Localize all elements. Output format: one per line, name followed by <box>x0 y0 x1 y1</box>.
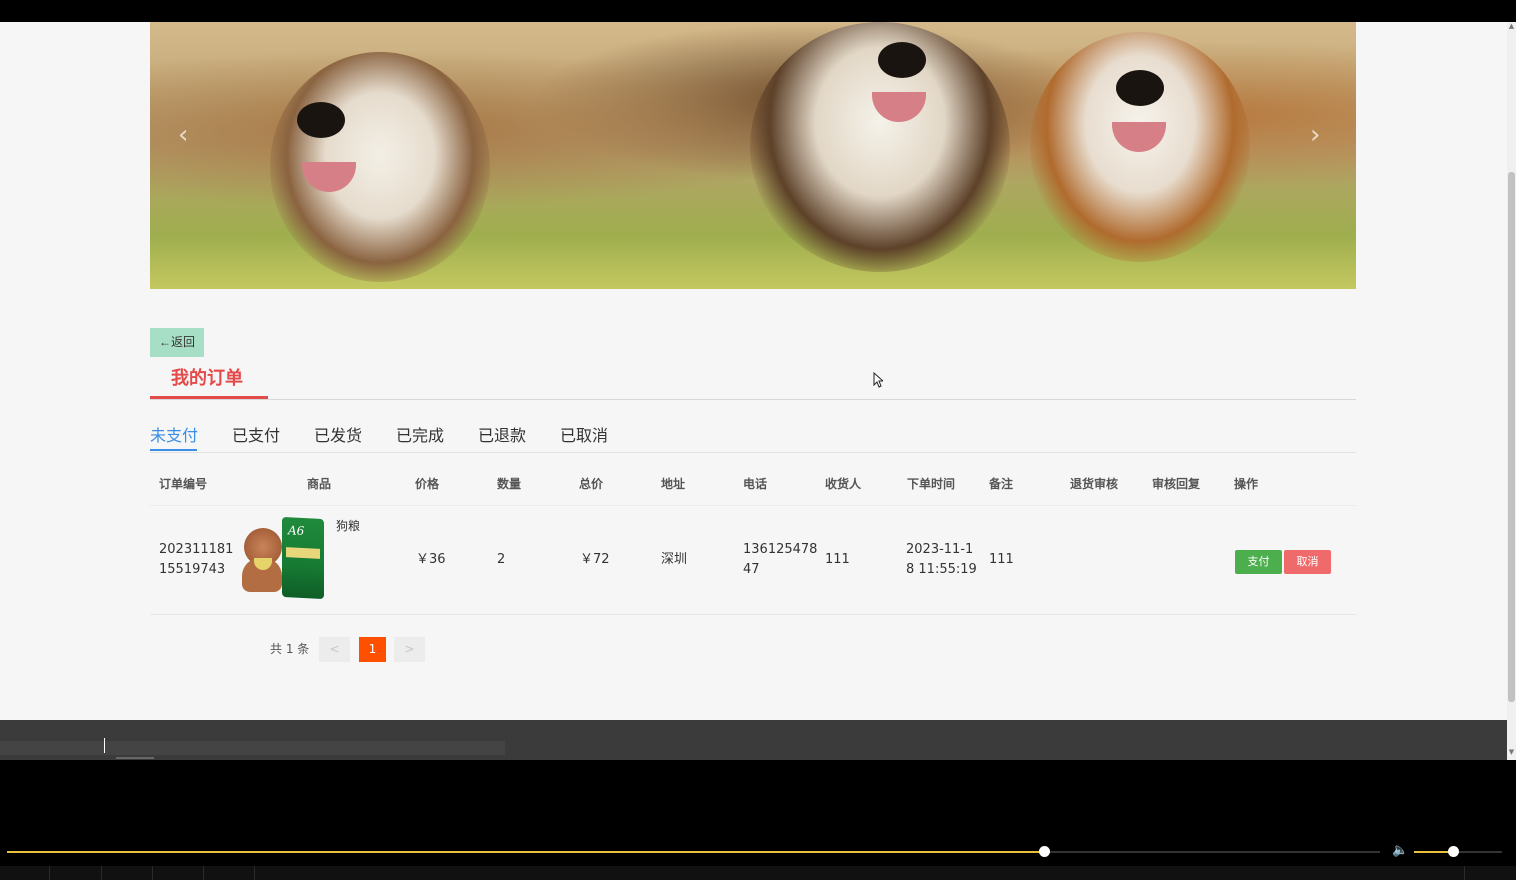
column-header: 总价 <box>579 477 604 491</box>
tab-paid[interactable]: 已支付 <box>232 426 280 446</box>
column-header: 备注 <box>989 477 1014 491</box>
pagination-total: 共 1 条 <box>270 642 310 656</box>
title-divider <box>150 399 1356 400</box>
order-time-line1: 2023-11-1 <box>906 542 974 557</box>
page-title: 我的订单 <box>171 368 243 389</box>
bottom-bar-divider <box>101 866 102 880</box>
bottom-bar-divider <box>49 866 50 880</box>
footer-underline <box>116 757 154 759</box>
pay-button[interactable]: 支付 <box>1235 550 1282 574</box>
top-black-bar <box>0 0 1516 22</box>
column-header: 下单时间 <box>907 477 956 491</box>
tab-shipped[interactable]: 已发货 <box>314 426 362 446</box>
column-header: 数量 <box>497 477 522 491</box>
pagination-next-button[interactable]: > <box>394 637 425 662</box>
volume-level <box>1414 851 1453 853</box>
back-button[interactable]: ←返回 <box>150 328 204 357</box>
receiver-cell: 111 <box>825 552 850 567</box>
phone-line2: 47 <box>743 562 760 577</box>
dog-nose <box>297 102 345 138</box>
address-cell: 深圳 <box>661 552 688 567</box>
scroll-up-icon[interactable]: ▲ <box>1508 22 1515 30</box>
column-header: 订单编号 <box>159 477 208 491</box>
page-footer <box>0 720 1507 760</box>
dog-nose <box>878 42 926 78</box>
cancel-order-button[interactable]: 取消 <box>1284 550 1331 574</box>
seek-progress <box>7 851 1044 853</box>
bottom-bar-divider <box>1464 866 1465 880</box>
scroll-thumb[interactable] <box>1508 172 1515 702</box>
text-caret <box>104 738 105 753</box>
column-header: 退货审核 <box>1070 477 1119 491</box>
product-image[interactable]: A6 <box>240 516 326 604</box>
pagination-current-page[interactable]: 1 <box>359 637 386 662</box>
active-tab-indicator <box>150 449 197 451</box>
player-bottom-bar <box>0 866 1516 880</box>
column-header: 电话 <box>743 477 768 491</box>
column-header: 地址 <box>661 477 686 491</box>
product-name: 狗粮 <box>336 519 361 533</box>
banner-carousel: ‹ › <box>150 22 1356 289</box>
column-header: 审核回复 <box>1152 477 1201 491</box>
page-scrollbar[interactable]: ▲ ▼ <box>1507 22 1516 760</box>
carousel-prev-icon[interactable]: ‹ <box>178 122 188 148</box>
speaker-icon[interactable]: 🔈 <box>1392 843 1408 859</box>
bottom-bar-divider <box>254 866 255 880</box>
tab-completed[interactable]: 已完成 <box>396 426 444 446</box>
remark-cell: 111 <box>989 552 1014 567</box>
column-header: 操作 <box>1234 477 1259 491</box>
column-header: 商品 <box>307 477 332 491</box>
dog-food-bag-icon: A6 <box>282 516 324 600</box>
column-header: 价格 <box>415 477 440 491</box>
dog-nose <box>1116 70 1164 106</box>
order-status-tabs: 未支付 已支付 已发货 已完成 已退款 已取消 <box>150 422 1356 453</box>
tab-refunded[interactable]: 已退款 <box>478 426 526 446</box>
price-cell: ￥36 <box>416 552 446 567</box>
column-header: 收货人 <box>825 477 862 491</box>
seek-bar[interactable] <box>7 846 1380 857</box>
volume-slider[interactable] <box>1414 846 1502 857</box>
web-page: ‹ › ←返回 我的订单 未支付 已支付 已发货 已完成 已退款 已取消 订单编… <box>0 22 1507 720</box>
order-number-line2: 15519743 <box>159 562 226 577</box>
scroll-down-icon[interactable]: ▼ <box>1508 748 1515 756</box>
seek-handle[interactable] <box>1038 846 1050 857</box>
quantity-cell: 2 <box>497 552 506 567</box>
tab-cancelled[interactable]: 已取消 <box>560 426 608 446</box>
bottom-bar-divider <box>152 866 153 880</box>
total-cell: ￥72 <box>580 552 610 567</box>
bag-brand-text: A6 <box>288 523 305 539</box>
carousel-next-icon[interactable]: › <box>1310 122 1320 148</box>
order-number-line1: 202311181 <box>159 542 234 557</box>
bag-stripe <box>286 547 320 559</box>
pagination-prev-button[interactable]: < <box>319 637 350 662</box>
table-row: 202311181 15519743 A6 狗粮 ￥36 2 ￥72 深圳 13… <box>150 506 1356 615</box>
bottom-bar-divider <box>203 866 204 880</box>
video-player-controls: 🔈 <box>0 760 1516 880</box>
footer-input-field[interactable] <box>0 741 505 755</box>
order-time-line2: 8 11:55:19 <box>906 562 977 577</box>
volume-handle[interactable] <box>1447 846 1459 857</box>
mouse-cursor-icon <box>873 372 883 388</box>
tab-unpaid[interactable]: 未支付 <box>150 426 198 446</box>
phone-line1: 136125478 <box>743 542 818 557</box>
